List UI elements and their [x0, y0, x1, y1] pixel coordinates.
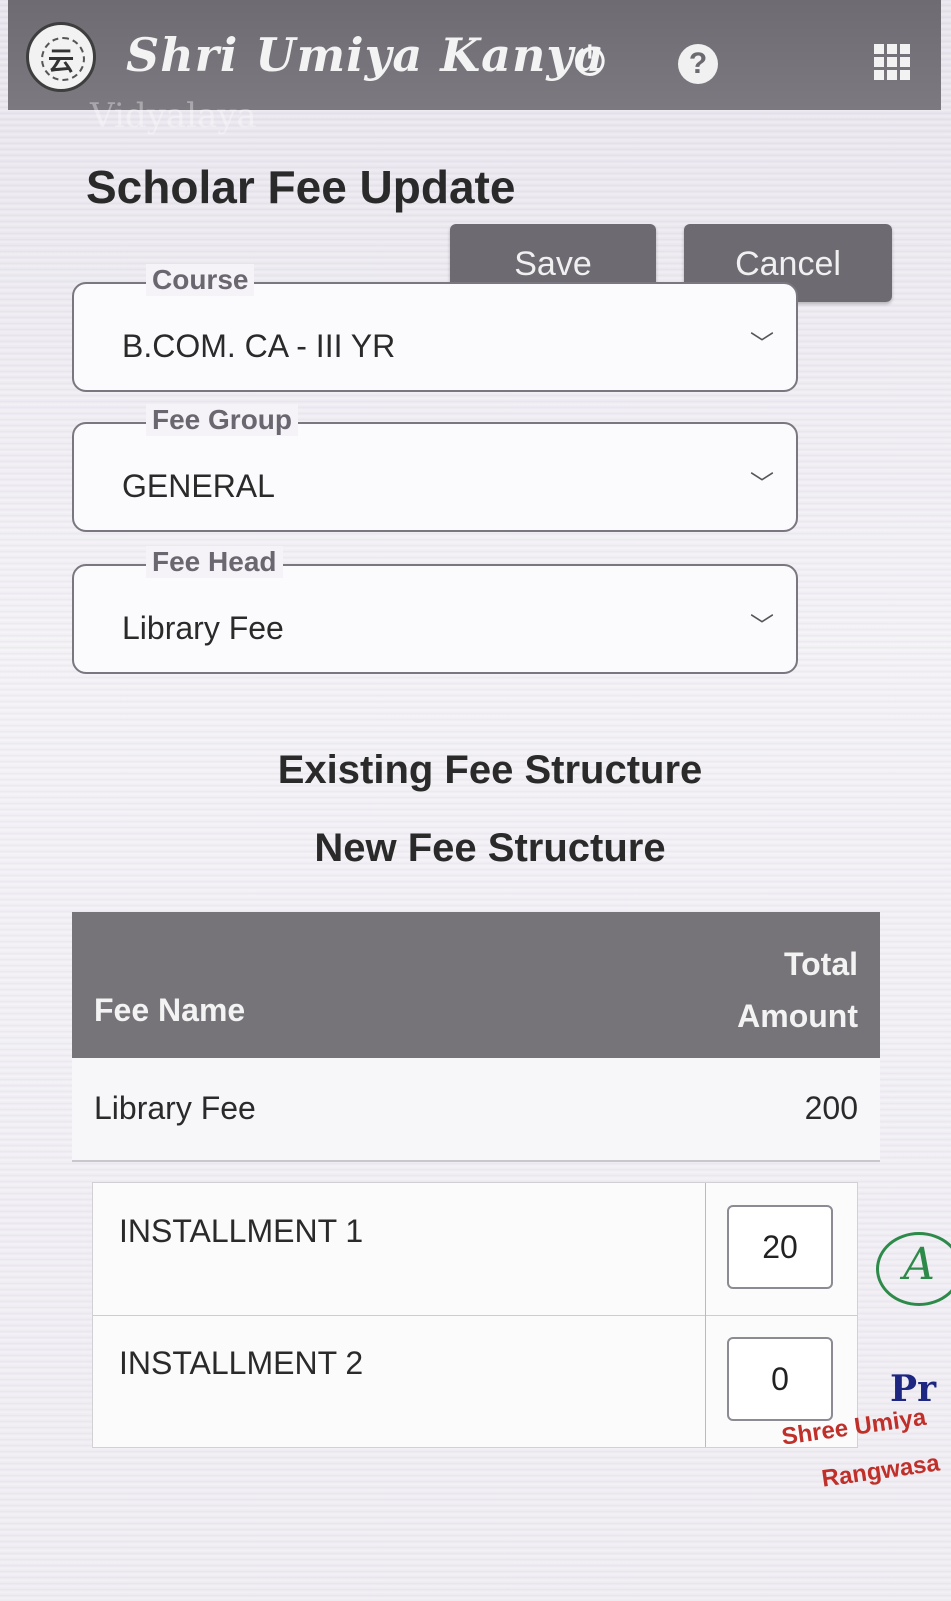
chevron-down-icon: ﹀: [750, 471, 774, 498]
fee-group-select[interactable]: Fee Group GENERAL ﹀: [72, 404, 798, 532]
fee-group-value: GENERAL: [122, 468, 275, 504]
new-fee-structure-heading: New Fee Structure: [314, 826, 666, 870]
power-icon[interactable]: ⏻: [574, 42, 606, 82]
fee-group-label: Fee Group: [146, 404, 299, 436]
existing-fee-structure-heading: Existing Fee Structure: [277, 748, 703, 792]
course-label: Course: [146, 264, 255, 296]
app-header: 云 Shri Umiya Kanya ⏻ ?: [8, 0, 941, 110]
fee-head-value: Library Fee: [122, 610, 284, 646]
app-brand-title: Shri Umiya Kanya: [126, 28, 605, 82]
installment-row: INSTALLMENT 1 20: [93, 1183, 857, 1316]
column-header-total-amount: Total Amount: [737, 946, 858, 1034]
college-logo: 云: [26, 22, 96, 92]
fee-name-cell: Library Fee: [94, 1090, 256, 1126]
course-value: B.COM. CA - III YR: [122, 328, 396, 364]
fee-head-label: Fee Head: [146, 546, 283, 578]
page-title: Scholar Fee Update: [86, 161, 516, 213]
chevron-down-icon: ﹀: [750, 331, 774, 358]
installment-label: INSTALLMENT 2: [119, 1345, 364, 1381]
installment-1-amount-input[interactable]: 20: [727, 1205, 833, 1289]
installment-row: INSTALLMENT 2 0: [93, 1315, 857, 1447]
app-brand-subtitle: Vidyalaya: [90, 96, 257, 136]
fee-head-select[interactable]: Fee Head Library Fee ﹀: [72, 546, 798, 674]
chevron-down-icon: ﹀: [750, 613, 774, 640]
help-icon[interactable]: ?: [678, 44, 718, 84]
course-select[interactable]: Course B.COM. CA - III YR ﹀: [72, 264, 798, 392]
column-divider: [705, 1183, 706, 1447]
stamp-principal-text: Pr: [890, 1368, 937, 1410]
total-amount-cell: 200: [804, 1090, 858, 1126]
installments-table: INSTALLMENT 1 20 INSTALLMENT 2 0: [92, 1182, 858, 1448]
table-row: Library Fee 200: [72, 1058, 880, 1162]
apps-grid-icon[interactable]: [874, 44, 910, 80]
installment-2-amount-input[interactable]: 0: [727, 1337, 833, 1421]
installment-label: INSTALLMENT 1: [119, 1213, 364, 1249]
fee-table-header: Fee Name Total Amount: [72, 912, 880, 1058]
column-header-fee-name: Fee Name: [94, 992, 246, 1028]
